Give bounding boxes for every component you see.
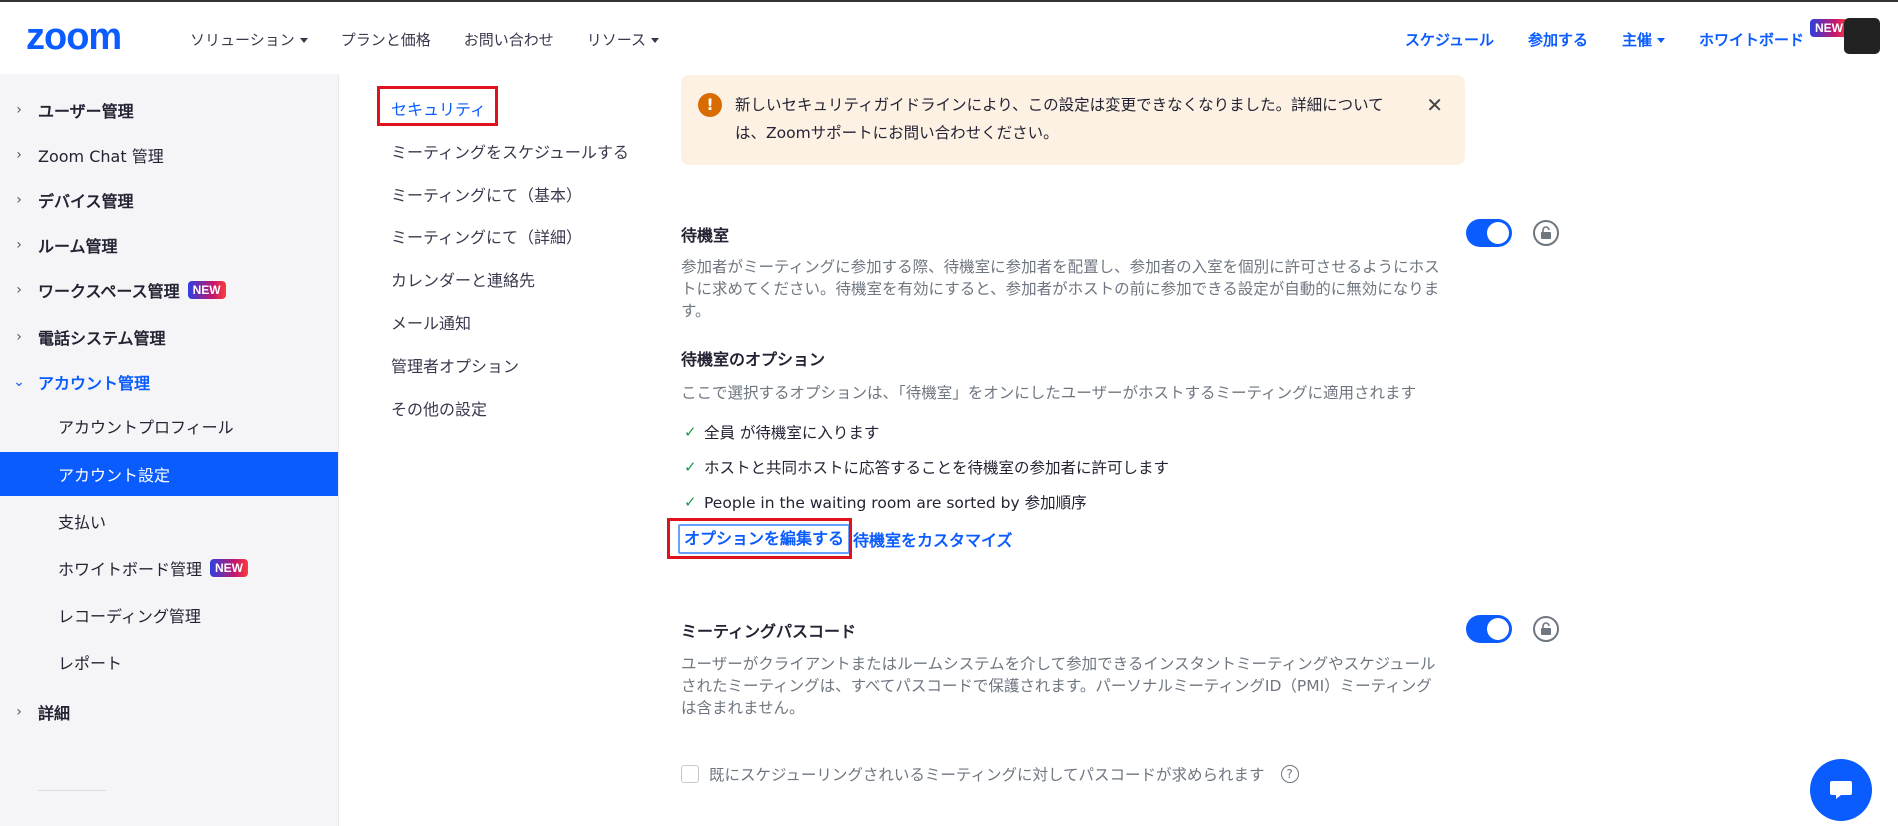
- sidebar-item-label: アカウント管理: [38, 374, 151, 393]
- sidebar-item-account-management[interactable]: ⌄ アカウント管理: [0, 360, 338, 404]
- security-notice-banner: ! 新しいセキュリティガイドラインにより、この設定は変更できなくなりました。詳細…: [681, 75, 1465, 165]
- waiting-room-option-item: ✓ People in the waiting room are sorted b…: [684, 493, 1087, 512]
- sidebar-item-workspace-management[interactable]: › ワークスペース管理 NEW: [0, 268, 338, 312]
- secondary-nav: スケジュール 参加する 主催 ホワイトボード NEW: [1371, 19, 1848, 50]
- sidebar-item-label: ルーム管理: [38, 237, 118, 256]
- chevron-right-icon: ›: [16, 192, 22, 208]
- sidebar-item-device-management[interactable]: › デバイス管理: [0, 178, 338, 222]
- chevron-down-icon: [299, 38, 308, 43]
- sidebar-item-room-management[interactable]: › ルーム管理: [0, 223, 338, 267]
- checkmark-icon: ✓: [684, 458, 697, 476]
- waiting-room-title: 待機室: [681, 226, 730, 245]
- tab-admin-options[interactable]: 管理者オプション: [391, 353, 519, 377]
- waiting-room-options-title: 待機室のオプション: [681, 350, 826, 369]
- sidebar-subitem-label: アカウント設定: [58, 466, 171, 485]
- nav-solutions[interactable]: ソリューション: [190, 29, 308, 50]
- divider: [38, 790, 106, 791]
- waiting-room-options-description: ここで選択するオプションは、「待機室」をオンにしたユーザーがホストするミーティン…: [681, 384, 1417, 402]
- tab-schedule-meeting[interactable]: ミーティングをスケジュールする: [391, 139, 629, 163]
- new-badge: NEW: [210, 559, 249, 577]
- sidebar-subitem-reports[interactable]: レポート: [0, 640, 338, 684]
- notice-message: 新しいセキュリティガイドラインにより、この設定は変更できなくなりました。詳細につ…: [735, 96, 1384, 142]
- help-icon[interactable]: ?: [1280, 765, 1299, 783]
- sidebar-item-label: 詳細: [38, 704, 71, 723]
- tab-in-meeting-advanced[interactable]: ミーティングにて（詳細）: [391, 224, 582, 248]
- chat-bubble-icon: [1830, 781, 1852, 799]
- sidebar-subitem-label: アカウントプロフィール: [58, 418, 234, 437]
- sidebar-item-chat-management[interactable]: › Zoom Chat 管理: [0, 133, 338, 177]
- sidebar-subitem-label: レコーディング管理: [58, 607, 201, 626]
- warning-icon: !: [698, 93, 722, 117]
- waiting-room-toggle[interactable]: [1466, 219, 1512, 247]
- sidebar-subitem-label: レポート: [58, 654, 123, 673]
- sidebar-subitem-label: ホワイトボード管理: [58, 560, 203, 579]
- sidebar-item-label: ワークスペース管理: [38, 282, 180, 301]
- checkbox-label: 既にスケジューリングされいるミーティングに対してパスコードが求められます: [709, 766, 1265, 784]
- checkmark-icon: ✓: [684, 423, 697, 441]
- sidebar-subitem-whiteboard-management[interactable]: ホワイトボード管理 NEW: [0, 546, 338, 590]
- toggle-knob: [1487, 222, 1509, 244]
- lock-icon[interactable]: [1533, 220, 1559, 246]
- toggle-knob: [1487, 618, 1509, 640]
- meeting-passcode-toggle[interactable]: [1466, 615, 1512, 643]
- chevron-right-icon: ›: [16, 282, 22, 298]
- sidebar-item-phone-system-management[interactable]: › 電話システム管理: [0, 315, 338, 359]
- tab-security[interactable]: セキュリティ: [391, 96, 486, 120]
- chevron-right-icon: ›: [16, 704, 22, 720]
- chevron-down-icon: [651, 38, 659, 43]
- sidebar-item-advanced[interactable]: › 詳細: [0, 690, 338, 734]
- sidebar-item-label: デバイス管理: [38, 192, 134, 211]
- meeting-passcode-description: ユーザーがクライアントまたはルームシステムを介して参加できるインスタントミーティ…: [681, 655, 1436, 717]
- chat-support-button[interactable]: [1810, 759, 1872, 821]
- nav-join[interactable]: 参加する: [1528, 29, 1588, 50]
- nav-whiteboard[interactable]: ホワイトボード NEW: [1699, 19, 1848, 50]
- nav-plans-pricing[interactable]: プランと価格: [341, 29, 431, 50]
- nav-resources[interactable]: リソース: [587, 29, 659, 50]
- edit-options-button[interactable]: オプションを編集する: [678, 524, 851, 554]
- new-badge: NEW: [1810, 19, 1848, 37]
- sidebar-subitem-account-settings[interactable]: アカウント設定: [0, 452, 338, 496]
- tab-other-settings[interactable]: その他の設定: [391, 396, 487, 420]
- tab-in-meeting-basic[interactable]: ミーティングにて（基本）: [391, 182, 582, 206]
- customize-waiting-room-link[interactable]: 待機室をカスタマイズ: [853, 527, 1013, 551]
- chevron-right-icon: ›: [16, 329, 22, 345]
- sidebar-subitem-label: 支払い: [58, 513, 107, 532]
- tab-email-notification[interactable]: メール通知: [391, 310, 471, 334]
- require-passcode-existing-meetings: 既にスケジューリングされいるミーティングに対してパスコードが求められます ?: [681, 763, 1299, 785]
- top-navigation: zoom ソリューション プランと価格 お問い合わせ リソース スケジュール 参…: [0, 0, 1898, 74]
- waiting-room-description: 参加者がミーティングに参加する際、待機室に参加者を配置し、参加者の入室を個別に許…: [681, 258, 1440, 320]
- zoom-logo[interactable]: zoom: [26, 16, 122, 59]
- primary-nav: ソリューション プランと価格 お問い合わせ リソース: [190, 29, 692, 50]
- chevron-right-icon: ›: [16, 147, 22, 163]
- sidebar-item-label: Zoom Chat 管理: [38, 147, 164, 166]
- chevron-down-icon: ⌄: [13, 374, 25, 390]
- checkbox[interactable]: [681, 765, 699, 783]
- close-icon[interactable]: ✕: [1426, 93, 1443, 117]
- admin-sidebar: › ユーザー管理 › Zoom Chat 管理 › デバイス管理 › ルーム管理…: [0, 74, 339, 826]
- chevron-right-icon: ›: [16, 102, 22, 118]
- meeting-passcode-title: ミーティングパスコード: [681, 622, 857, 641]
- new-badge: NEW: [187, 281, 226, 299]
- nav-host[interactable]: 主催: [1622, 29, 1665, 50]
- sidebar-item-label: ユーザー管理: [38, 102, 134, 121]
- checkmark-icon: ✓: [684, 493, 697, 511]
- nav-schedule[interactable]: スケジュール: [1405, 29, 1494, 50]
- chevron-right-icon: ›: [16, 237, 22, 253]
- nav-contact[interactable]: お問い合わせ: [464, 29, 554, 50]
- sidebar-subitem-account-profile[interactable]: アカウントプロフィール: [0, 404, 338, 448]
- tab-calendar-contacts[interactable]: カレンダーと連絡先: [391, 267, 535, 291]
- avatar[interactable]: [1844, 18, 1880, 54]
- sidebar-item-user-management[interactable]: › ユーザー管理: [0, 88, 338, 132]
- waiting-room-option-item: ✓ ホストと共同ホストに応答することを待機室の参加者に許可します: [684, 458, 1170, 477]
- sidebar-item-label: 電話システム管理: [38, 329, 166, 348]
- chevron-down-icon: [1656, 38, 1665, 43]
- lock-icon[interactable]: [1533, 616, 1559, 642]
- waiting-room-option-item: ✓ 全員 が待機室に入ります: [684, 423, 880, 442]
- sidebar-subitem-recording-management[interactable]: レコーディング管理: [0, 593, 338, 637]
- sidebar-subitem-billing[interactable]: 支払い: [0, 499, 338, 543]
